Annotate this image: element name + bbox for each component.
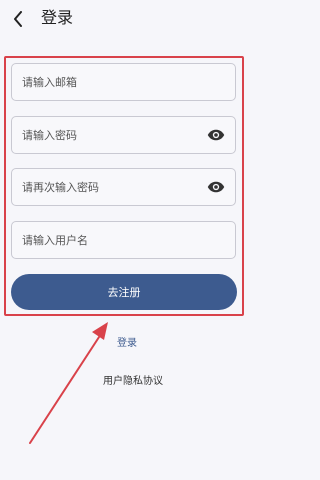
- register-button[interactable]: 去注册: [11, 274, 237, 310]
- privacy-policy-link[interactable]: 用户隐私协议: [0, 372, 254, 387]
- password-input[interactable]: [22, 128, 207, 142]
- chevron-left-icon: [14, 11, 22, 27]
- confirm-password-field[interactable]: [11, 168, 236, 206]
- eye-icon[interactable]: [207, 129, 225, 141]
- email-input[interactable]: [22, 75, 225, 89]
- password-field[interactable]: [11, 116, 236, 154]
- back-button[interactable]: [6, 7, 30, 31]
- confirm-password-input[interactable]: [22, 180, 207, 194]
- page-title: 登录: [41, 8, 74, 27]
- email-field[interactable]: [11, 63, 236, 101]
- login-link[interactable]: 登录: [0, 334, 254, 349]
- eye-icon[interactable]: [207, 181, 225, 193]
- app-header: 登录: [0, 0, 254, 40]
- username-input[interactable]: [22, 233, 225, 247]
- username-field[interactable]: [11, 221, 236, 259]
